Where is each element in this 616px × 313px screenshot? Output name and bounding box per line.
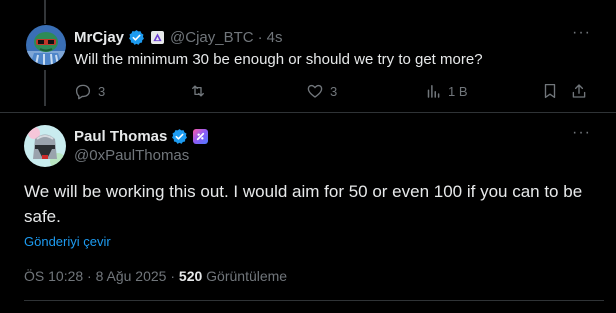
meta-separator: · bbox=[166, 268, 179, 284]
reply-timestamp[interactable]: 4s bbox=[267, 29, 283, 46]
verified-badge-icon bbox=[172, 128, 188, 144]
repost-button[interactable] bbox=[189, 82, 213, 100]
views-bar-chart-icon bbox=[427, 85, 440, 98]
thread-line-top bbox=[44, 0, 46, 24]
divider bbox=[0, 112, 616, 113]
verified-badge-icon bbox=[129, 29, 144, 45]
like-button[interactable]: 3 bbox=[306, 82, 337, 100]
views-label: Görüntüleme bbox=[206, 268, 288, 284]
reply-count: 3 bbox=[98, 83, 106, 99]
reply-author-handle[interactable]: @Cjay_BTC bbox=[170, 29, 254, 46]
mrcjay-avatar[interactable] bbox=[26, 25, 66, 65]
tweet-timestamp[interactable]: ÖS 10:28 · 8 Ağu 2025 bbox=[24, 268, 166, 284]
views-count: 1 B bbox=[448, 83, 468, 99]
share-button[interactable] bbox=[570, 82, 588, 100]
views-button[interactable]: 1 B bbox=[424, 82, 468, 100]
affiliate-badge-icon[interactable] bbox=[151, 30, 165, 44]
dot-separator: · bbox=[257, 28, 263, 46]
main-author-handle[interactable]: @0xPaulThomas bbox=[74, 147, 189, 164]
previous-tweet-more-icon[interactable]: ··· bbox=[572, 0, 589, 6]
reply-button[interactable]: 3 bbox=[74, 82, 105, 100]
reply-more-icon[interactable]: ··· bbox=[572, 24, 591, 42]
affiliate-badge-icon[interactable] bbox=[193, 128, 209, 144]
share-icon bbox=[572, 84, 586, 98]
thread-connector-line bbox=[44, 70, 46, 106]
reply-tweet-text: Will the minimum 30 be enough or should … bbox=[74, 51, 483, 68]
bookmark-icon bbox=[544, 83, 556, 99]
heart-icon bbox=[307, 84, 323, 98]
reply-icon bbox=[75, 84, 91, 100]
bookmark-button[interactable] bbox=[541, 82, 559, 100]
tweet-meta: ÖS 10:28 · 8 Ağu 2025 · 520 Görüntüleme bbox=[24, 268, 287, 284]
main-more-icon[interactable]: ··· bbox=[572, 124, 591, 142]
repost-icon bbox=[192, 85, 204, 97]
translate-post-link[interactable]: Gönderiyi çevir bbox=[24, 234, 111, 249]
reply-author-name[interactable]: MrCjay bbox=[74, 29, 124, 46]
paul-thomas-avatar[interactable] bbox=[24, 125, 66, 167]
reply-action-bar: 3 3 1 B bbox=[74, 82, 594, 104]
main-author-name[interactable]: Paul Thomas bbox=[74, 128, 167, 145]
reply-tweet-header: MrCjay @Cjay_BTC · 4s bbox=[74, 27, 282, 47]
views-count-bold: 520 bbox=[178, 268, 203, 284]
divider-bottom bbox=[24, 300, 604, 301]
main-tweet-text: We will be working this out. I would aim… bbox=[24, 182, 583, 226]
main-tweet-header: Paul Thomas bbox=[74, 126, 209, 146]
like-count: 3 bbox=[330, 83, 338, 99]
